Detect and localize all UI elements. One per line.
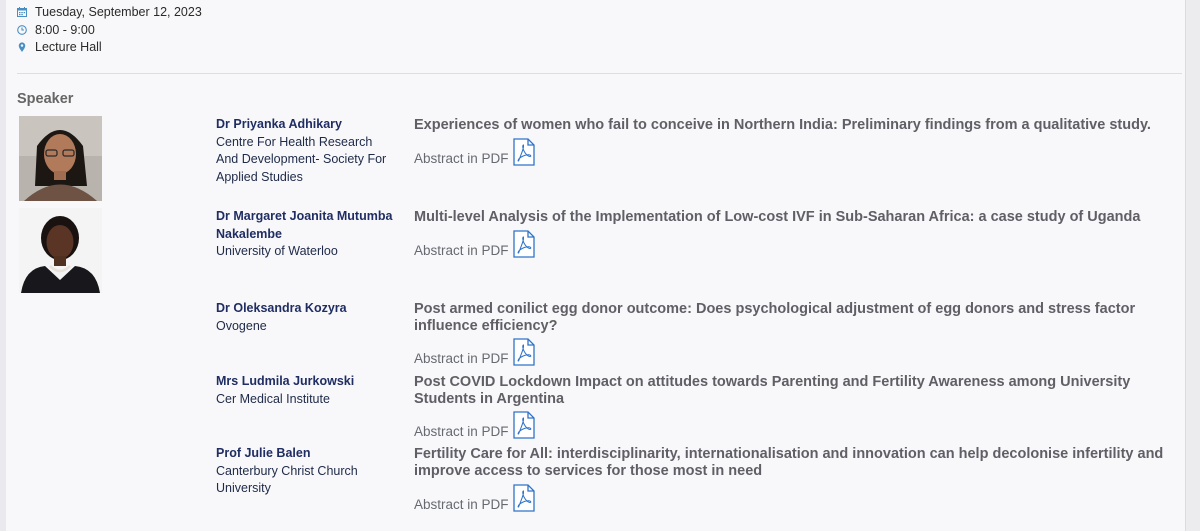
event-time: 8:00 - 9:00	[35, 23, 95, 37]
section-title: Speaker	[17, 91, 74, 107]
talk-title-link[interactable]: Multi-level Analysis of the Implementati…	[414, 209, 1184, 226]
talk-title-line: influence efficiency?	[414, 317, 558, 334]
event-date-row: Tuesday, September 12, 2023	[17, 4, 202, 20]
event-date: Tuesday, September 12, 2023	[35, 5, 202, 19]
speaker-name: Mrs Ludmila Jurkowski	[216, 374, 355, 388]
speaker-affiliation: University	[216, 481, 271, 495]
talk-title-line: Post COVID Lockdown Impact on attitudes …	[414, 374, 1131, 390]
talk-title-line: Students in Argentina	[414, 390, 565, 407]
map-pin-icon	[17, 42, 27, 52]
pdf-document-icon[interactable]	[512, 230, 535, 258]
event-location-row: Lecture Hall	[17, 39, 102, 55]
talk-title-link[interactable]: Experiences of women who fail to conceiv…	[414, 117, 1184, 134]
speaker-info-jurkowski: Mrs Ludmila Jurkowski Cer Medical Instit…	[216, 373, 354, 408]
divider	[17, 73, 1182, 74]
speaker-affiliation: Applied Studies	[216, 169, 303, 184]
talk-title-link[interactable]: Post COVID Lockdown Impact on attitudes …	[414, 374, 1184, 407]
speaker-name: Nakalembe	[216, 226, 283, 241]
speaker-info-balen: Prof Julie Balen Canterbury Christ Churc…	[216, 445, 358, 498]
talk-title-link[interactable]: Post armed conilict egg donor outcome: D…	[414, 301, 1184, 334]
abstract-pdf-link[interactable]: Abstract in PDF	[414, 411, 535, 439]
speaker-affiliation: Canterbury Christ Church	[216, 463, 358, 478]
event-location: Lecture Hall	[35, 40, 102, 54]
speaker-affiliation: Centre For Health Research	[216, 134, 373, 149]
speaker-affiliation: And Development- Society For	[216, 152, 387, 166]
abstract-pdf-link[interactable]: Abstract in PDF	[414, 338, 535, 366]
abstract-label: Abstract in PDF	[414, 243, 509, 258]
speaker-name: Dr Oleksandra Kozyra	[216, 301, 347, 315]
abstract-label: Abstract in PDF	[414, 351, 509, 366]
talk-title-line: Fertility Care for All: interdisciplinar…	[414, 446, 1164, 462]
speaker-info-kozyra: Dr Oleksandra Kozyra Ovogene	[216, 300, 347, 335]
speaker-name: Prof Julie Balen	[216, 446, 311, 460]
speaker-photo-nakalembe	[19, 208, 102, 293]
abstract-label: Abstract in PDF	[414, 424, 509, 439]
abstract-label: Abstract in PDF	[414, 497, 509, 512]
speaker-name: Dr Margaret Joanita Mutumba	[216, 209, 393, 223]
abstract-pdf-link[interactable]: Abstract in PDF	[414, 230, 535, 258]
talk-title-line: improve access to services for those mos…	[414, 462, 763, 479]
talk-title-line: Post armed conilict egg donor outcome: D…	[414, 301, 1136, 317]
pdf-document-icon[interactable]	[512, 338, 535, 366]
abstract-pdf-link[interactable]: Abstract in PDF	[414, 138, 535, 166]
speaker-affiliation: University of Waterloo	[216, 244, 338, 258]
clock-icon	[17, 25, 27, 35]
pdf-document-icon[interactable]	[512, 484, 535, 512]
event-time-row: 8:00 - 9:00	[17, 22, 95, 38]
calendar-icon	[17, 7, 27, 17]
speaker-info-adhikary: Dr Priyanka Adhikary Centre For Health R…	[216, 116, 386, 186]
pdf-document-icon[interactable]	[512, 138, 535, 166]
scrollbar[interactable]	[1185, 0, 1200, 531]
abstract-pdf-link[interactable]: Abstract in PDF	[414, 484, 535, 512]
speaker-name: Dr Priyanka Adhikary	[216, 117, 342, 131]
speaker-affiliation: Ovogene	[216, 318, 267, 333]
pdf-document-icon[interactable]	[512, 411, 535, 439]
talk-title-link[interactable]: Fertility Care for All: interdisciplinar…	[414, 446, 1184, 479]
speaker-info-nakalembe: Dr Margaret Joanita Mutumba Nakalembe Un…	[216, 208, 392, 261]
speaker-photo-adhikary	[19, 116, 102, 201]
speaker-affiliation: Cer Medical Institute	[216, 391, 330, 406]
abstract-label: Abstract in PDF	[414, 151, 509, 166]
